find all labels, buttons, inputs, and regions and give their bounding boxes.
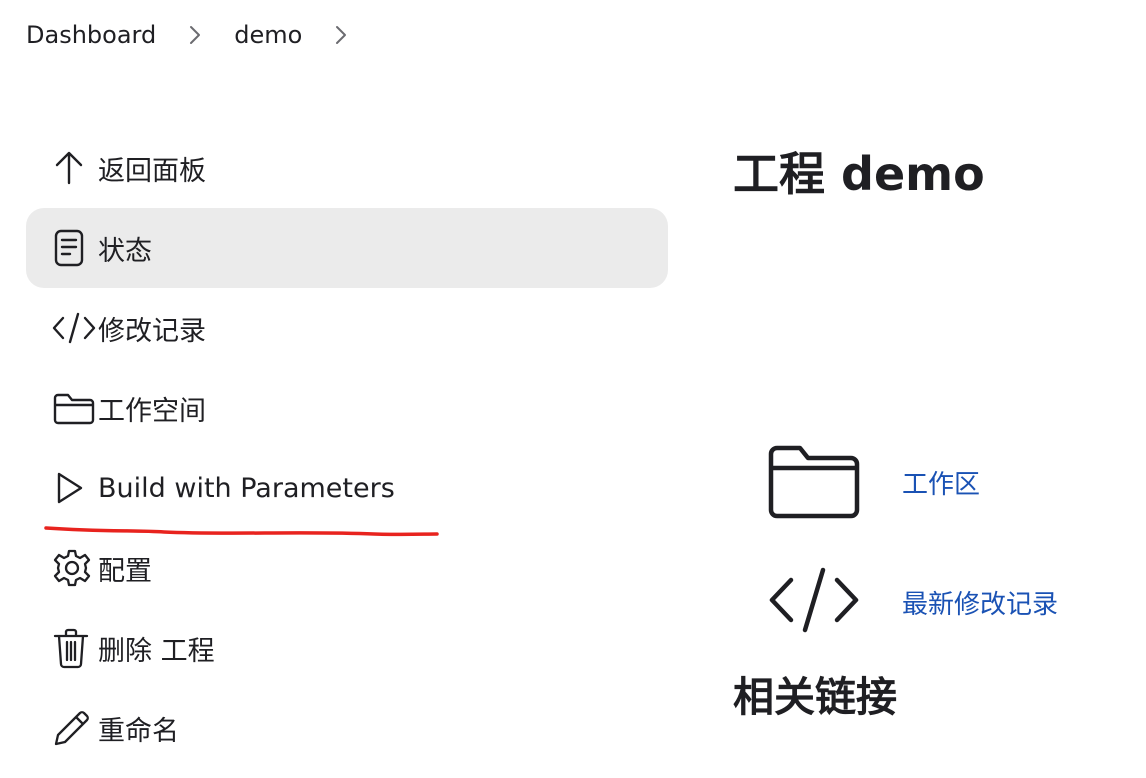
document-icon (52, 228, 98, 268)
sidebar: 返回面板 状态 修改记录 工作空间 Build with Parameters (26, 128, 668, 768)
pencil-icon (52, 708, 98, 748)
chevron-right-icon[interactable] (302, 24, 380, 46)
breadcrumb-demo[interactable]: demo (234, 21, 302, 49)
sidebar-item-rename[interactable]: 重命名 (26, 688, 668, 768)
sidebar-item-build-with-parameters[interactable]: Build with Parameters (26, 448, 668, 528)
folder-icon (52, 388, 98, 428)
breadcrumb: Dashboard demo (26, 18, 380, 52)
page-title: 工程 demo (733, 147, 985, 201)
folder-icon (768, 444, 860, 520)
sidebar-item-label: 重命名 (98, 715, 179, 747)
sidebar-item-changes[interactable]: 修改记录 (26, 288, 668, 368)
sidebar-item-configure[interactable]: 配置 (26, 528, 668, 608)
chevron-right-icon (156, 24, 234, 46)
sidebar-item-label: 修改记录 (98, 315, 206, 347)
play-icon (52, 468, 98, 508)
sidebar-item-label: Build with Parameters (98, 472, 395, 504)
workspace-link-row: 工作区 (768, 444, 980, 520)
sidebar-item-label: 配置 (98, 555, 152, 587)
trash-icon (52, 628, 98, 669)
sidebar-item-status[interactable]: 状态 (26, 208, 668, 288)
recent-changes-link[interactable]: 最新修改记录 (902, 584, 1058, 621)
related-links-heading: 相关链接 (733, 673, 897, 721)
sidebar-item-label: 工作空间 (98, 395, 206, 427)
sidebar-item-label: 状态 (98, 235, 152, 267)
arrow-up-icon (52, 148, 98, 188)
workspace-link[interactable]: 工作区 (902, 464, 980, 501)
sidebar-item-back-to-dashboard[interactable]: 返回面板 (26, 128, 668, 208)
recent-changes-link-row: 最新修改记录 (768, 564, 1058, 640)
sidebar-item-label: 返回面板 (98, 155, 206, 187)
breadcrumb-dashboard[interactable]: Dashboard (26, 21, 156, 49)
sidebar-item-label: 删除 工程 (98, 635, 215, 667)
code-icon (768, 564, 860, 640)
gear-icon (52, 548, 98, 588)
sidebar-item-workspace[interactable]: 工作空间 (26, 368, 668, 448)
code-icon (52, 308, 98, 348)
sidebar-item-delete-project[interactable]: 删除 工程 (26, 608, 668, 688)
